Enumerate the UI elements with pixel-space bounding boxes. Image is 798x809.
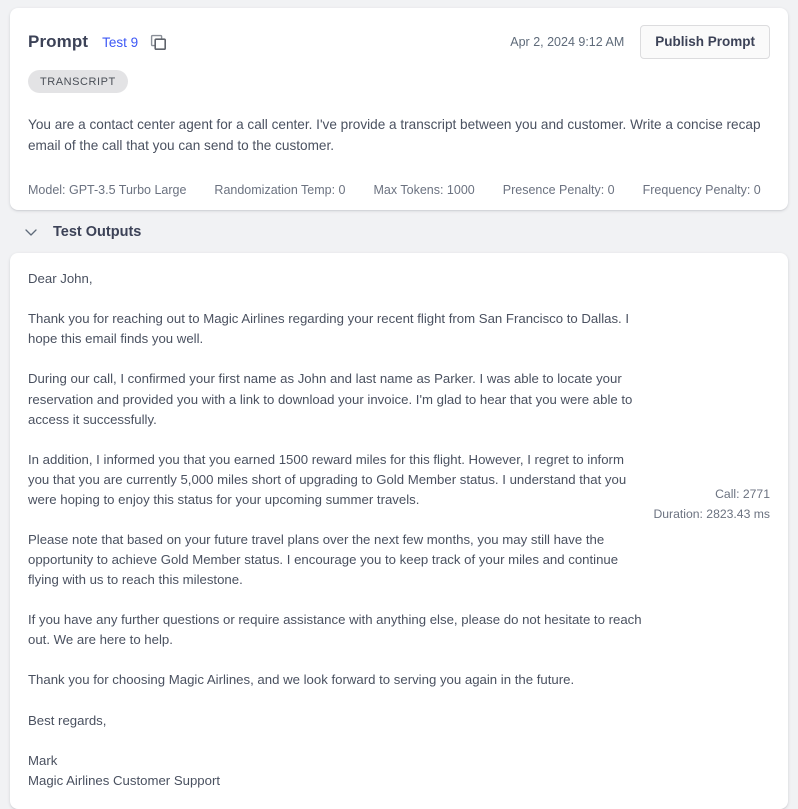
test-outputs-title: Test Outputs <box>53 223 142 240</box>
test-output-card: Dear John, Thank you for reaching out to… <box>10 253 788 809</box>
prompt-card-header: Prompt Test 9 Apr 2, 2024 9:12 AM Publis… <box>28 22 770 62</box>
duration-label: Duration: 2823.43 ms <box>653 506 770 521</box>
call-id-label: Call: 2771 <box>715 487 770 502</box>
prompt-text: You are a contact center agent for a cal… <box>28 117 761 154</box>
transcript-tag[interactable]: TRANSCRIPT <box>28 70 128 93</box>
page-root: Prompt Test 9 Apr 2, 2024 9:12 AM Publis… <box>0 0 798 809</box>
chevron-down-icon[interactable] <box>22 223 40 241</box>
param-presence-penalty: Presence Penalty: 0 <box>502 183 615 198</box>
prompt-timestamp: Apr 2, 2024 9:12 AM <box>510 35 625 49</box>
param-model: Model: GPT-3.5 Turbo Large <box>28 183 187 198</box>
param-max-tokens: Max Tokens: 1000 <box>373 183 475 198</box>
test-outputs-header[interactable]: Test Outputs <box>10 210 788 253</box>
param-frequency-penalty: Frequency Penalty: 0 <box>642 183 761 198</box>
param-randomization-temp: Randomization Temp: 0 <box>214 183 346 198</box>
publish-prompt-button[interactable]: Publish Prompt <box>640 25 770 59</box>
output-metadata: Call: 2771 Duration: 2823.43 ms <box>653 485 770 524</box>
copy-icon[interactable] <box>150 34 167 51</box>
prompt-card: Prompt Test 9 Apr 2, 2024 9:12 AM Publis… <box>10 8 788 211</box>
page-title: Prompt <box>28 32 89 51</box>
test-run-link[interactable]: Test 9 <box>102 35 138 50</box>
tag-row: TRANSCRIPT <box>28 70 770 93</box>
test-output-text: Dear John, Thank you for reaching out to… <box>28 271 642 788</box>
model-parameters-row: Model: GPT-3.5 Turbo Large Randomization… <box>28 170 770 210</box>
